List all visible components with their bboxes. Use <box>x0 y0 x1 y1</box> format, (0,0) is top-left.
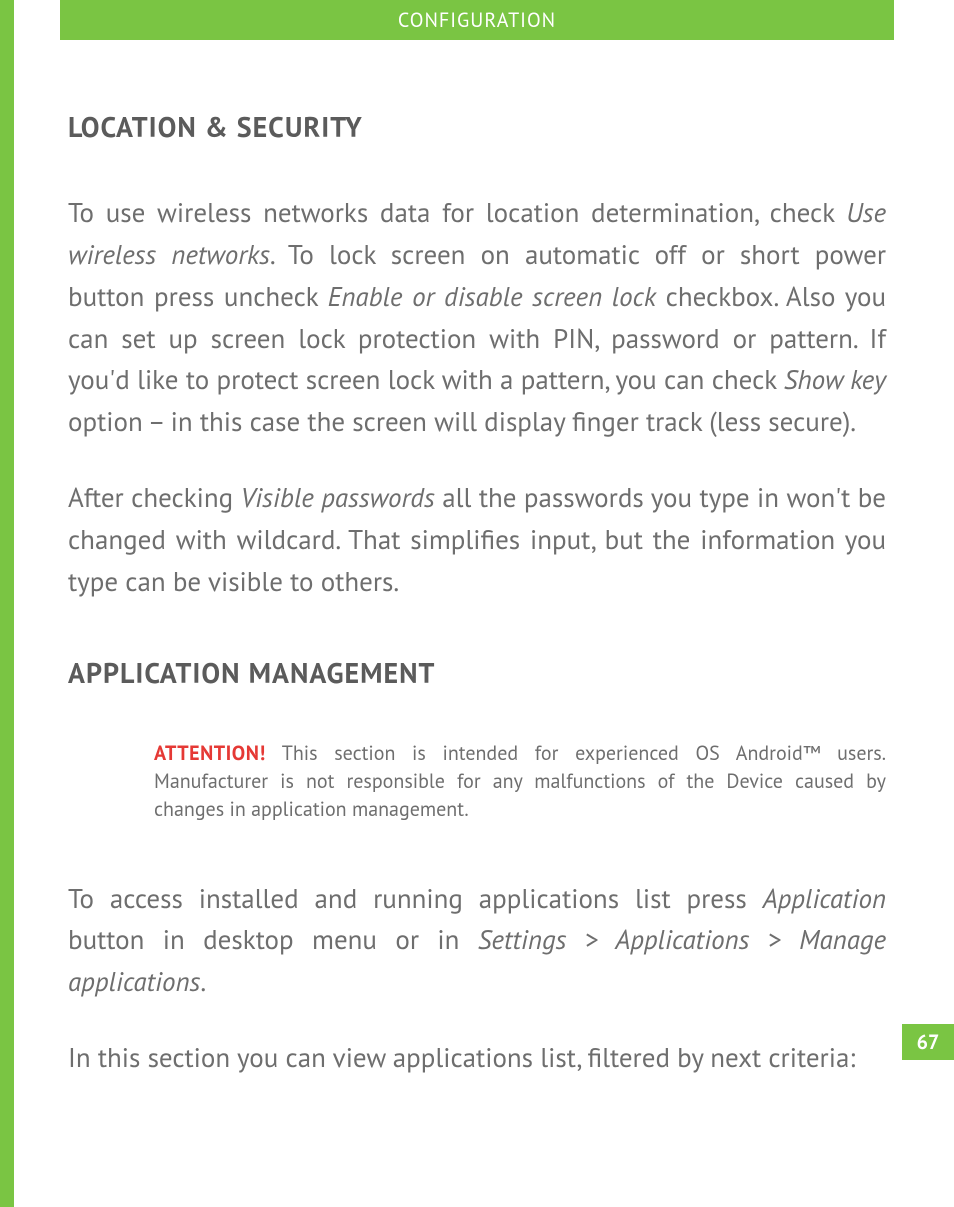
heading-application-management: APPLICATION MANAGEMENT <box>68 654 886 691</box>
text-run: To access installed and running applicat… <box>68 882 763 916</box>
text-run: After checking <box>68 481 241 515</box>
italic-show-key: Show key <box>784 363 886 397</box>
page-number-badge: 67 <box>902 1024 954 1060</box>
text-run: button in desktop menu or in <box>68 923 478 957</box>
page-content: LOCATION & SECURITY To use wireless netw… <box>68 108 886 1114</box>
attention-label: ATTENTION! <box>154 740 266 766</box>
text-run: . <box>200 965 206 999</box>
locsec-paragraph-1: To use wireless networks data for locati… <box>68 193 886 444</box>
attention-note: ATTENTION! This section is intended for … <box>154 739 886 823</box>
heading-location-security: LOCATION & SECURITY <box>68 108 886 145</box>
italic-enable-disable-screen-lock: Enable or disable screen lock <box>328 280 656 314</box>
appmgmt-paragraph-1: To access installed and running applicat… <box>68 879 886 1005</box>
italic-visible-passwords: Visible passwords <box>241 481 435 515</box>
locsec-paragraph-2: After checking Visible passwords all the… <box>68 478 886 604</box>
text-run: To use wireless networks data for locati… <box>68 196 846 230</box>
page-header: CONFIGURATION <box>60 0 894 40</box>
italic-application: Application <box>763 882 886 916</box>
appmgmt-paragraph-2: In this section you can view application… <box>68 1038 886 1080</box>
left-side-bar <box>0 0 14 1207</box>
text-run: option – in this case the screen will di… <box>68 405 856 439</box>
